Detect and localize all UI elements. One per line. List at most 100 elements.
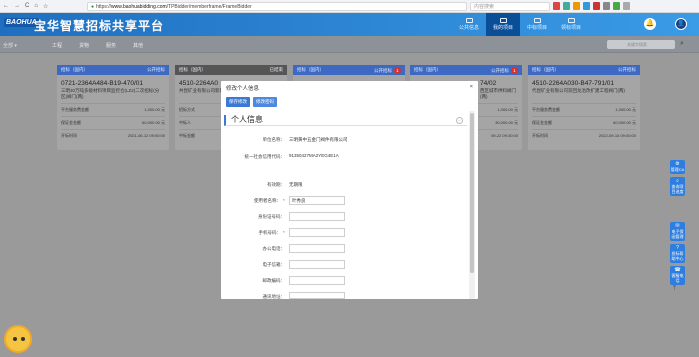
nav-my-projects[interactable]: 我的项目 [486, 13, 520, 36]
card-type: 公开招标 [618, 67, 636, 72]
bookmark-icon[interactable]: ☆ [43, 3, 48, 10]
menu-icon[interactable] [623, 2, 630, 10]
filter-bar: 全部 ▾ 工程 货物 服务 其他 关键字搜索 ⌕ [0, 36, 699, 53]
e-guarantee-button[interactable]: ✉ 电子保函管理 [670, 222, 685, 241]
scroll-top-icon[interactable]: ⤒ [673, 285, 676, 293]
help-center-button[interactable]: ? 投标帮助中心 [670, 244, 685, 263]
bell-icon[interactable]: 🔔 [644, 18, 656, 30]
address-input[interactable] [289, 292, 345, 299]
field-label: 有效期： [267, 182, 285, 187]
reload-icon[interactable]: C [25, 3, 29, 10]
field-label: 通讯地址： [262, 294, 286, 299]
extension-icon[interactable] [563, 2, 570, 10]
card-label: 招标方式 [179, 107, 195, 112]
save-changes-button[interactable]: 保存修改 [226, 97, 250, 107]
collapse-icon[interactable]: − [456, 117, 463, 124]
browser-bar: ← → C ⌂ ☆ ● https://www.baohuabidding.co… [0, 0, 699, 13]
field-label: 统一社会信用代码： [244, 154, 286, 159]
modal-header: 修改个人信息 × [221, 81, 478, 92]
tab-engineering[interactable]: 工程 [52, 42, 62, 49]
card-type: 已结束 [269, 67, 284, 72]
card-status: 招标（国内） [297, 67, 324, 72]
card-label: 开标时间 [532, 133, 548, 138]
card-row: 保证金金额 60,000.00 元 [532, 116, 636, 126]
field-value: 无期限 [289, 182, 303, 187]
button-label: 投标帮助中心 [671, 251, 684, 261]
all-dropdown[interactable]: 全部 ▾ [3, 42, 17, 49]
field-label: 使用者名称： [254, 198, 281, 203]
url-host: www.baohuabidding.com [111, 3, 167, 10]
postcode-input[interactable] [289, 276, 345, 285]
change-password-button[interactable]: 修改密码 [253, 97, 277, 107]
card-status: 招标（国内） [61, 67, 88, 72]
tab-services[interactable]: 服务 [106, 42, 116, 49]
email-input[interactable] [289, 260, 345, 269]
extension-icon[interactable] [553, 2, 560, 10]
card-value: 09-22 09:30:00 [491, 133, 518, 138]
extension-icon[interactable] [583, 2, 590, 10]
back-icon[interactable]: ← [3, 3, 9, 10]
extension-icon[interactable] [573, 2, 580, 10]
card-status: 招标（国内） [532, 67, 559, 72]
card-value: 1,000.00 元 [497, 107, 518, 112]
mobile-input[interactable] [289, 228, 345, 237]
avatar[interactable]: 👤 [675, 18, 687, 30]
url-scheme: https:// [96, 3, 112, 10]
project-card[interactable]: 招标（国内） 公开招标 0721-2364A484-B19-470/01 三明30… [57, 65, 169, 150]
customer-service-button[interactable]: ☎ 客服电话 [670, 266, 685, 285]
card-row: 平台服务费金额 1,000.00 元 [61, 103, 165, 113]
nav-label: 公共信息 [458, 25, 479, 31]
nav-label: 我的项目 [492, 25, 513, 31]
field-label: 单位名称： [262, 137, 286, 142]
card-type: 公开招标 [491, 67, 509, 73]
nav-collected-projects[interactable]: 领标项目 [554, 13, 588, 36]
home-icon[interactable]: ⌂ [34, 3, 38, 10]
office-phone-input[interactable] [289, 244, 345, 253]
card-label: 平台服务费金额 [532, 107, 560, 112]
modal-scrollbar[interactable] [469, 111, 475, 299]
card-status: 招标（国内） [179, 67, 206, 72]
notification-badge: 1 [511, 66, 518, 74]
user-name-input[interactable]: 叶秀良 [289, 196, 345, 205]
nav-won-projects[interactable]: 中标项目 [520, 13, 554, 36]
section-title: 个人信息 [224, 115, 467, 126]
card-type: 公开招标 [147, 67, 165, 72]
close-icon[interactable]: × [470, 84, 473, 90]
card-row: 开标时间 2022-09-16 09:00:00 [532, 129, 636, 139]
category-tabs: 工程 货物 服务 其他 [52, 42, 143, 49]
query-progress-button[interactable]: ⌕ 查询项目进度 [670, 177, 685, 196]
edit-profile-modal: 修改个人信息 × 保存修改 修改密码 个人信息 − 单位名称： 三明黄中五金门阀… [221, 81, 478, 299]
field-value: 91350427MA2YEG4E1A [289, 153, 339, 158]
nav-label: 领标项目 [560, 25, 581, 31]
mascot-eye [13, 337, 17, 341]
forward-icon[interactable]: → [14, 3, 20, 10]
card-value: 2021-06-12 09:00:00 [127, 133, 165, 138]
manage-ca-button[interactable]: ⚙ 管理CA [670, 160, 685, 174]
folder-icon [499, 18, 507, 23]
address-bar[interactable]: ● https://www.baohuabidding.com/TPBidder… [87, 2, 467, 11]
mascot-eye [21, 337, 25, 341]
card-header: 招标（国内） 公开招标 [57, 65, 169, 75]
tab-goods[interactable]: 货物 [79, 42, 89, 49]
extension-icon[interactable] [603, 2, 610, 10]
site-title: 宝华智慧招标共享平台 [34, 19, 165, 33]
field-label: 身份证号码： [258, 214, 285, 219]
search-icon[interactable]: ⌕ [680, 40, 684, 48]
button-label: 管理CA [670, 167, 685, 172]
id-number-input[interactable] [289, 212, 345, 221]
document-icon [567, 18, 575, 23]
button-label: 客服电话 [671, 273, 684, 283]
browser-search[interactable]: 内容搜索 [470, 2, 550, 11]
notification-badge: 1 [394, 66, 401, 74]
scrollbar-thumb[interactable] [470, 113, 474, 273]
nav-public-info[interactable]: 公共信息 [452, 13, 486, 36]
keyword-search-input[interactable]: 关键字搜索 [607, 40, 675, 49]
tab-other[interactable]: 其他 [133, 42, 143, 49]
extension-icon[interactable] [593, 2, 600, 10]
modal-actions: 保存修改 修改密码 [226, 97, 277, 107]
card-description: 三明30万吨多级材料项目监控仓(LZ2)二次招标(分区)阀门(两) [61, 88, 160, 99]
browser-extension-icons [553, 2, 630, 10]
extension-icon[interactable] [613, 2, 620, 10]
project-card[interactable]: 招标（国内） 公开招标 4510-2264A030-B47-791/01 代昆矿业… [528, 65, 640, 150]
chat-assistant-mascot[interactable] [4, 325, 32, 353]
